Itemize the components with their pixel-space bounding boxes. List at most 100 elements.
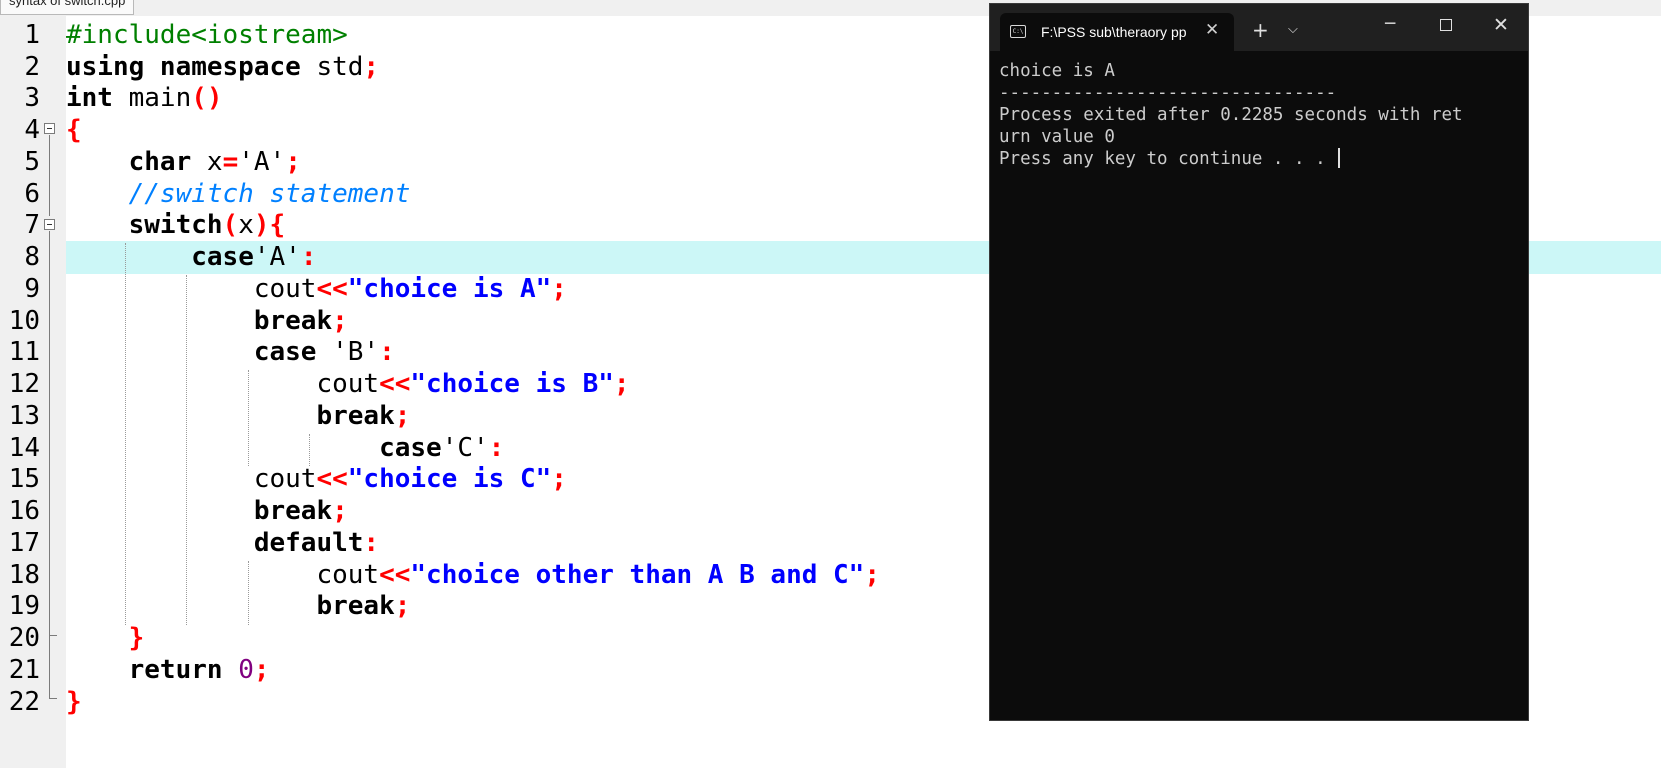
- code-line[interactable]: }: [66, 686, 82, 720]
- code-token: case: [191, 242, 254, 273]
- code-token: x: [238, 210, 254, 241]
- line-number: 11: [8, 337, 40, 368]
- text-cursor: [1338, 148, 1341, 168]
- code-token: break: [316, 400, 395, 431]
- code-line[interactable]: case 'B':: [66, 336, 395, 370]
- code-token: <<: [379, 369, 411, 400]
- console-tab[interactable]: C:\ F:\PSS sub\theraory pp ✕: [1000, 13, 1234, 51]
- file-tab[interactable]: syntax of switch.cpp: [0, 0, 135, 15]
- line-number: 5: [24, 146, 40, 177]
- console-output-line: --------------------------------: [999, 83, 1337, 103]
- line-number: 7: [24, 210, 40, 241]
- line-number: 16: [8, 496, 40, 527]
- line-number: 6: [24, 178, 40, 209]
- code-line[interactable]: break;: [66, 590, 410, 624]
- code-token: //switch statement: [66, 178, 411, 209]
- chevron-down-icon[interactable]: ⌵: [1288, 22, 1298, 37]
- code-token: ;: [332, 305, 348, 336]
- code-line[interactable]: switch(x){: [66, 209, 286, 243]
- code-token: main: [128, 83, 192, 114]
- code-line[interactable]: cout<<"choice is A";: [66, 273, 567, 307]
- code-token: ;: [285, 146, 301, 177]
- code-line[interactable]: //switch statement: [66, 178, 411, 212]
- code-token: :: [363, 527, 380, 558]
- console-output-line: Press any key to continue . . .: [999, 148, 1519, 170]
- console-tab-title: F:\PSS sub\theraory pp: [1041, 24, 1187, 40]
- code-line[interactable]: }: [66, 622, 145, 656]
- code-token: char: [128, 146, 207, 177]
- line-number: 21: [8, 654, 40, 685]
- line-number: 18: [8, 559, 40, 590]
- code-line[interactable]: break;: [66, 400, 410, 434]
- line-number: 22: [8, 686, 40, 717]
- code-line[interactable]: return 0;: [66, 654, 270, 688]
- close-tab-icon[interactable]: ✕: [1205, 20, 1219, 40]
- line-number: 3: [24, 83, 40, 114]
- console-window: C:\ F:\PSS sub\theraory pp ✕ + ⌵ ─ ✕ cho…: [989, 3, 1529, 721]
- code-token: "choice is B": [410, 369, 614, 400]
- new-tab-button[interactable]: +: [1252, 18, 1269, 42]
- code-line[interactable]: case'A':: [66, 241, 316, 275]
- fold-line: [49, 135, 50, 216]
- fold-line: [49, 636, 50, 698]
- code-token: ;: [551, 273, 567, 304]
- code-line[interactable]: cout<<"choice is C";: [66, 463, 567, 497]
- code-line[interactable]: using namespace std;: [66, 51, 379, 85]
- code-line[interactable]: cout<<"choice other than A B and C";: [66, 559, 880, 593]
- code-token: ){: [253, 210, 286, 241]
- code-token: ;: [613, 369, 630, 400]
- code-token: "choice other than A B and C": [410, 559, 865, 590]
- code-token: break: [253, 305, 333, 336]
- code-token: #include<iostream>: [66, 19, 348, 50]
- code-token: }: [66, 686, 82, 717]
- code-line[interactable]: case'C':: [66, 432, 504, 466]
- code-token: ;: [363, 51, 380, 82]
- code-token: {: [66, 115, 82, 146]
- code-line[interactable]: default:: [66, 527, 379, 561]
- fold-collapse-icon[interactable]: [44, 123, 55, 134]
- code-token: std: [316, 51, 364, 82]
- close-window-button[interactable]: ✕: [1493, 14, 1509, 36]
- code-line[interactable]: int main(): [66, 82, 223, 116]
- fold-collapse-icon[interactable]: [44, 219, 55, 230]
- code-token: return: [128, 654, 239, 685]
- code-line[interactable]: cout<<"choice is B";: [66, 368, 630, 402]
- code-token: case: [253, 337, 333, 368]
- code-token: cout: [66, 559, 380, 590]
- line-number-gutter: 1 2 3 4 5 6 7 8 9 10 11 12 13 14 15 16 17 18 19 20 21 22: [0, 16, 66, 768]
- line-number: 20: [8, 623, 40, 654]
- console-output-line: choice is A: [999, 61, 1115, 81]
- fold-end-marker: [49, 698, 57, 699]
- line-number: 14: [8, 432, 40, 463]
- code-line[interactable]: {: [66, 114, 82, 148]
- line-number: 19: [8, 591, 40, 622]
- minimize-button[interactable]: ─: [1385, 14, 1395, 34]
- code-token: (: [222, 210, 239, 241]
- line-number: 2: [24, 51, 40, 82]
- fold-end-marker: [49, 635, 57, 636]
- console-title-bar: C:\ F:\PSS sub\theraory pp ✕ + ⌵ ─ ✕: [990, 4, 1528, 51]
- code-line[interactable]: break;: [66, 305, 348, 339]
- code-token: case: [379, 432, 442, 463]
- line-number: 15: [8, 464, 40, 495]
- code-token: switch: [128, 210, 223, 241]
- code-token: x: [206, 146, 223, 177]
- code-line[interactable]: #include<iostream>: [66, 19, 348, 53]
- code-line[interactable]: break;: [66, 495, 348, 529]
- code-token: 'B': [332, 337, 380, 368]
- code-token: 0: [238, 654, 254, 685]
- line-number: 4: [24, 115, 40, 146]
- code-token: ;: [864, 559, 880, 590]
- code-line[interactable]: char x='A';: [66, 146, 301, 180]
- code-token: int: [66, 83, 129, 114]
- line-number: 1: [24, 19, 40, 50]
- code-token: break: [253, 496, 333, 527]
- maximize-button[interactable]: [1440, 19, 1452, 31]
